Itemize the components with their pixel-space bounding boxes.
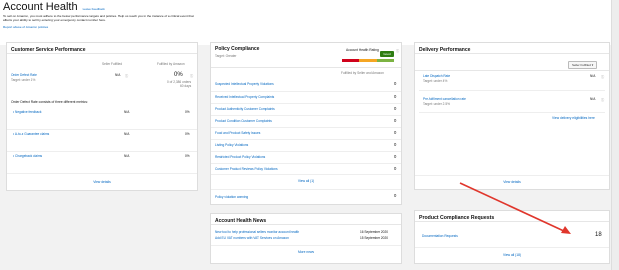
cancellation-rate-value: N/A: [590, 97, 596, 101]
metrics-intro: Order Defect Rate consists of three diff…: [11, 100, 88, 104]
odr-link[interactable]: Order Defect Rate: [11, 73, 37, 77]
policy-row: Suspected Intellectual Property Violatio…: [211, 79, 401, 91]
policy-row-link[interactable]: Customer Product Reviews Policy Violatio…: [215, 167, 278, 171]
metric-fba-value: 0%: [185, 154, 190, 158]
policy-row: Listing Policy Violations 0: [211, 139, 401, 151]
info-icon: ⓘ: [601, 98, 605, 102]
policy-row: Product Condition Customer Complaints 0: [211, 115, 401, 127]
policy-target: Target: Greater: [215, 54, 237, 58]
news-item-date: 16 September 2020: [360, 230, 388, 234]
policy-row: Received Intellectual Property Complaint…: [211, 91, 401, 103]
delivery-eligibility-link[interactable]: View delivery eligibilities here: [552, 116, 595, 120]
panel-title: Account Health News: [211, 214, 401, 225]
policy-warning-link[interactable]: Policy violation warning: [215, 195, 248, 199]
odr-seller-value: N/A: [115, 73, 121, 77]
view-details-link[interactable]: View details: [415, 180, 609, 184]
metric-fba-value: 0%: [185, 110, 190, 114]
policy-row-link[interactable]: Restricted Product Policy Violations: [215, 155, 265, 159]
metric-seller-value: N/A: [124, 110, 130, 114]
view-all-link[interactable]: View all (1): [211, 179, 401, 183]
policy-row-value: 0: [394, 81, 397, 86]
policy-row-value: 0: [394, 106, 397, 111]
panel-title: Delivery Performance: [415, 43, 609, 54]
odr-fba-days: 60 days: [180, 84, 192, 88]
cancellation-rate-target: Target: under 2.5%: [423, 102, 450, 106]
policy-row-value: 0: [394, 166, 397, 171]
panel-title: Customer Service Performance: [7, 43, 197, 54]
late-dispatch-link[interactable]: Late Dispatch Rate: [423, 74, 450, 78]
policy-row: Food and Product Safety Issues 0: [211, 127, 401, 139]
documentation-requests-value: 18: [595, 232, 602, 238]
policy-row: Product Authenticity Customer Complaints…: [211, 103, 401, 115]
policy-row-link[interactable]: Received Intellectual Property Complaint…: [215, 95, 274, 99]
scrollbar[interactable]: [611, 0, 619, 270]
fulfilment-select[interactable]: Seller Fulfilled ▾: [568, 61, 598, 69]
policy-row-value: 0: [394, 94, 397, 99]
panel-title: Product Compliance Requests: [415, 211, 609, 222]
odr-target: Target: under 1%: [11, 78, 36, 82]
view-details-link[interactable]: View details: [7, 180, 197, 184]
product-compliance-panel: Product Compliance Requests Documentatio…: [414, 210, 610, 264]
late-dispatch-target: Target: under 4%: [423, 79, 448, 83]
info-icon: ⓘ: [396, 49, 400, 53]
col-seller-fulfilled: Seller Fulfilled: [102, 62, 123, 66]
ahr-badge: Good: [380, 51, 394, 57]
info-icon: ⓘ: [190, 74, 194, 78]
news-item-link[interactable]: New tool to help professional sellers mo…: [215, 230, 299, 234]
policy-compliance-panel: Policy Compliance Target: Greater Accoun…: [210, 42, 402, 205]
policy-row-link[interactable]: Product Authenticity Customer Complaints: [215, 107, 275, 111]
intro-text: To sell on Amazon, you must adhere to th…: [3, 14, 194, 23]
leave-feedback-link[interactable]: Leave Feedback: [83, 7, 105, 11]
customer-service-panel: Customer Service Performance Seller Fulf…: [6, 42, 198, 191]
more-news-link[interactable]: More news: [211, 250, 401, 254]
policy-row-link[interactable]: Product Condition Customer Complaints: [215, 119, 272, 123]
info-icon: ⓘ: [125, 74, 129, 78]
policy-row-value: 0: [394, 142, 397, 147]
policy-row-link[interactable]: Food and Product Safety Issues: [215, 131, 260, 135]
cancellation-rate-link[interactable]: Pre-fulfilment cancellation rate: [423, 97, 466, 101]
metric-seller-value: N/A: [124, 132, 130, 136]
page-header: Account Health Leave Feedback To sell on…: [0, 0, 619, 45]
ahr-rating-bar: [342, 59, 394, 62]
panel-title: Policy Compliance: [215, 46, 260, 52]
policy-warning-value: 0: [394, 193, 397, 198]
metric-row: • Negative feedback N/A 0%: [7, 108, 197, 118]
metric-fba-value: 0%: [185, 132, 190, 136]
info-icon: ⓘ: [601, 75, 605, 79]
policy-row-value: 0: [394, 118, 397, 123]
policy-row-value: 0: [394, 154, 397, 159]
metric-seller-value: N/A: [124, 154, 130, 158]
policy-row-link[interactable]: Suspected Intellectual Property Violatio…: [215, 82, 274, 86]
news-item-link[interactable]: Add EU VAT numbers with VAT Services on …: [215, 236, 289, 240]
chevron-down-icon: ▾: [591, 63, 594, 67]
policy-row: Restricted Product Policy Violations 0: [211, 151, 401, 163]
view-all-link[interactable]: View all (18): [415, 253, 609, 257]
delivery-performance-panel: Delivery Performance Seller Fulfilled ▾ …: [414, 42, 610, 190]
odr-fba-value: 0%: [174, 72, 183, 78]
policy-row-link[interactable]: Listing Policy Violations: [215, 143, 248, 147]
metric-row: • Chargeback claims N/A 0%: [7, 151, 197, 161]
documentation-requests-link[interactable]: Documentation Requests: [422, 234, 458, 238]
metric-link: • A-to-z Guarantee claims: [13, 132, 50, 136]
news-item-date: 15 September 2020: [360, 236, 388, 240]
col-fba: Fulfilled by Amazon: [157, 62, 185, 66]
metric-row: • A-to-z Guarantee claims N/A 0%: [7, 129, 197, 139]
report-abuse-link[interactable]: Report abuse of Amazon policies: [3, 25, 616, 29]
col-fulfilled-seller-amazon: Fulfilled by Seller and Amazon: [341, 71, 384, 75]
metric-link: • Chargeback claims: [13, 154, 43, 158]
ahr-label: Account Health Rating: [346, 48, 379, 52]
news-panel: Account Health News New tool to help pro…: [210, 213, 402, 264]
late-dispatch-value: N/A: [590, 74, 596, 78]
metric-link: • Negative feedback: [13, 110, 42, 114]
page-title: Account Health: [3, 1, 78, 13]
policy-row-value: 0: [394, 130, 397, 135]
